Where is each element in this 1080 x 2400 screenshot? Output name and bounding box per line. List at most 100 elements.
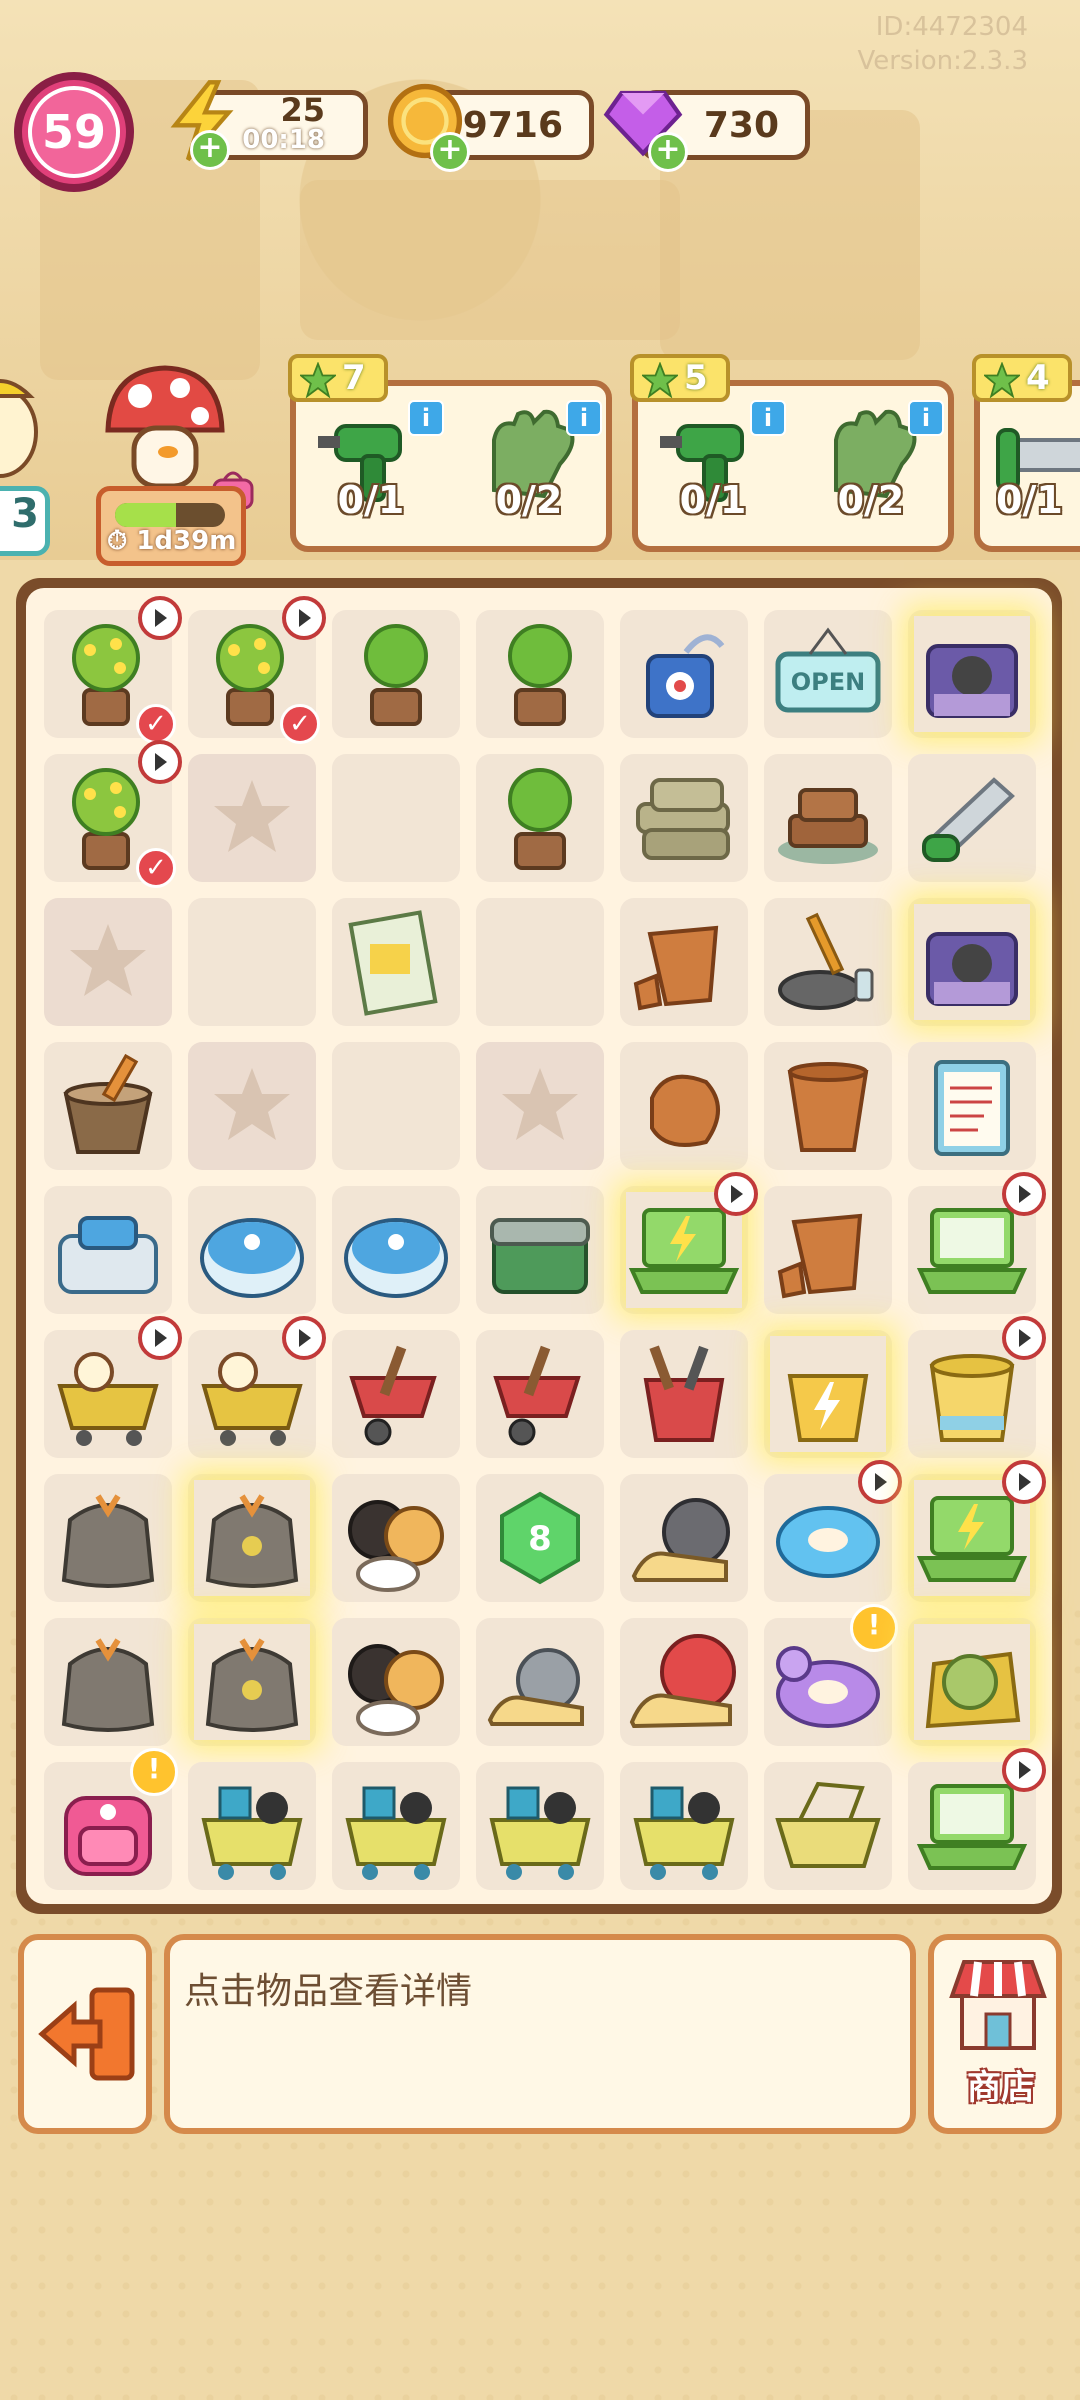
order-1-item-2-count: 0/2 [495, 478, 563, 522]
locked-star-icon [214, 1068, 290, 1140]
board-item-tool-bucket[interactable] [620, 1330, 748, 1458]
timer-badge-icon [282, 1316, 326, 1360]
board-item-frog-glow[interactable] [908, 1618, 1036, 1746]
wheelbarrow-icon [338, 1336, 454, 1452]
exit-button[interactable] [18, 1934, 152, 2134]
frog-glow-icon [914, 1624, 1030, 1740]
board-item-wheelbarrow[interactable] [332, 1330, 460, 1458]
board-item-tool-cart[interactable] [620, 1762, 748, 1890]
board-item-bucket-glow[interactable] [764, 1330, 892, 1458]
energy-plus-button[interactable]: + [190, 130, 230, 170]
board-item-trash-bag-glow[interactable] [188, 1474, 316, 1602]
board-item-snail-red[interactable] [620, 1618, 748, 1746]
board-item-wood-pile[interactable] [764, 754, 892, 882]
board-item-clay-pot-broken[interactable] [620, 898, 748, 1026]
board-item-clay-pot-broken[interactable] [764, 1186, 892, 1314]
board-item-duck-cart[interactable] [44, 1316, 182, 1458]
board-item-duck-cart[interactable] [188, 1316, 326, 1458]
version-info: ID:4472304 Version:2.3.3 [857, 10, 1028, 78]
board-item-chest-glow[interactable] [908, 898, 1036, 1026]
locked-cell[interactable] [188, 1042, 316, 1170]
board-item-radio[interactable] [620, 610, 748, 738]
order-1-item-1-info-button[interactable]: i [408, 400, 444, 436]
trash-bag-glow-icon [194, 1480, 310, 1596]
npc-timer-value: 1d39m [136, 526, 237, 556]
board-item-snail[interactable] [620, 1474, 748, 1602]
board-item-flower-tree[interactable]: ✓ [188, 596, 326, 744]
order-2-item-1-info-button[interactable]: i [750, 400, 786, 436]
merge-board: ✓ ✓ OPEN ✓ 8!! [16, 578, 1062, 1914]
board-item-wheelbarrow[interactable] [476, 1330, 604, 1458]
board-item-toolbox[interactable] [476, 1186, 604, 1314]
npc-timer-box[interactable]: ⏱ 1d39m [96, 486, 246, 566]
board-item-snail-small[interactable] [476, 1618, 604, 1746]
timer-badge-icon [138, 1316, 182, 1360]
board-item-laptop-glow[interactable] [908, 1460, 1046, 1602]
energy-value: 25 [280, 91, 325, 129]
radio-icon [626, 616, 742, 732]
board-item-laptop-glow[interactable] [620, 1172, 758, 1314]
board-item-backpack[interactable]: ! [44, 1748, 178, 1890]
board-item-hamsters[interactable] [332, 1474, 460, 1602]
board-item-trash-bag[interactable] [44, 1618, 172, 1746]
gems-plus-button[interactable]: + [648, 132, 688, 172]
board-item-robot-vacuum[interactable] [332, 1186, 460, 1314]
chest-glow-icon [914, 616, 1030, 732]
order-1-item-2-info-button[interactable]: i [566, 400, 602, 436]
board-item-pan-tools[interactable] [764, 898, 892, 1026]
svg-text:8: 8 [528, 1519, 552, 1559]
locked-cell[interactable] [476, 1042, 604, 1170]
user-id: ID:4472304 [875, 12, 1028, 42]
tool-cart-icon [626, 1768, 742, 1884]
board-item-newspaper[interactable] [332, 898, 460, 1026]
order-3-stars: 4 [972, 354, 1072, 402]
board-item-swim-ring[interactable] [764, 1460, 902, 1602]
board-item-clay-lump[interactable] [620, 1042, 748, 1170]
board-item-robot-vacuum[interactable] [188, 1186, 316, 1314]
board-item-trash-bag[interactable] [44, 1474, 172, 1602]
star-icon [300, 362, 336, 398]
energy-gem-icon: 8 [482, 1480, 598, 1596]
locked-cell[interactable] [188, 754, 316, 882]
coins-plus-button[interactable]: + [430, 132, 470, 172]
timer-badge-icon [138, 596, 182, 640]
board-item-tool-cart[interactable] [476, 1762, 604, 1890]
board-item-open-sign[interactable]: OPEN [764, 610, 892, 738]
player-level[interactable]: 59 [14, 72, 134, 192]
board-item-laptop[interactable] [908, 1172, 1046, 1314]
board-item-laptop[interactable] [908, 1748, 1046, 1890]
board-item-basket[interactable] [764, 1762, 892, 1890]
board-item-tool-cart[interactable] [188, 1762, 316, 1890]
empty-cell [188, 898, 316, 1026]
board-item-clay-pot[interactable] [764, 1042, 892, 1170]
pan-tools-icon [770, 904, 886, 1020]
board-item-robot-base[interactable] [44, 1186, 172, 1314]
board-item-unicorn-ring[interactable]: ! [764, 1604, 898, 1746]
energy-timer: 00:18 [242, 125, 325, 155]
board-item-tool-cart[interactable] [332, 1762, 460, 1890]
board-item-sandbags[interactable] [620, 754, 748, 882]
board-item-trash-bag-glow[interactable] [188, 1618, 316, 1746]
board-item-flower-tree[interactable]: ✓ [44, 596, 182, 744]
order-2-item-2-info-button[interactable]: i [908, 400, 944, 436]
board-item-hamsters[interactable] [332, 1618, 460, 1746]
board-item-chest-glow[interactable] [908, 610, 1036, 738]
board-item-clipboard[interactable] [908, 1042, 1036, 1170]
locked-cell[interactable] [44, 898, 172, 1026]
npc-timer-text: ⏱ 1d39m [107, 526, 237, 556]
board-item-flower-tree[interactable]: ✓ [44, 740, 182, 888]
board-item-energy-gem[interactable]: 8 [476, 1474, 604, 1602]
board-item-mortar[interactable] [44, 1042, 172, 1170]
tool-cart-icon [482, 1768, 598, 1884]
locked-star-icon [214, 780, 290, 852]
board-item-potted-tree[interactable] [476, 610, 604, 738]
board-item-potted-tree[interactable] [476, 754, 604, 882]
board-item-hacksaw[interactable] [908, 754, 1036, 882]
clipboard-icon [914, 1048, 1030, 1164]
empty-cell [476, 898, 604, 1026]
side-character-badge[interactable]: 3 [0, 486, 50, 556]
board-item-potted-tree[interactable] [332, 610, 460, 738]
locked-star-icon [70, 924, 146, 996]
board-item-bucket[interactable] [908, 1316, 1046, 1458]
side-badge-value: 3 [11, 491, 39, 537]
